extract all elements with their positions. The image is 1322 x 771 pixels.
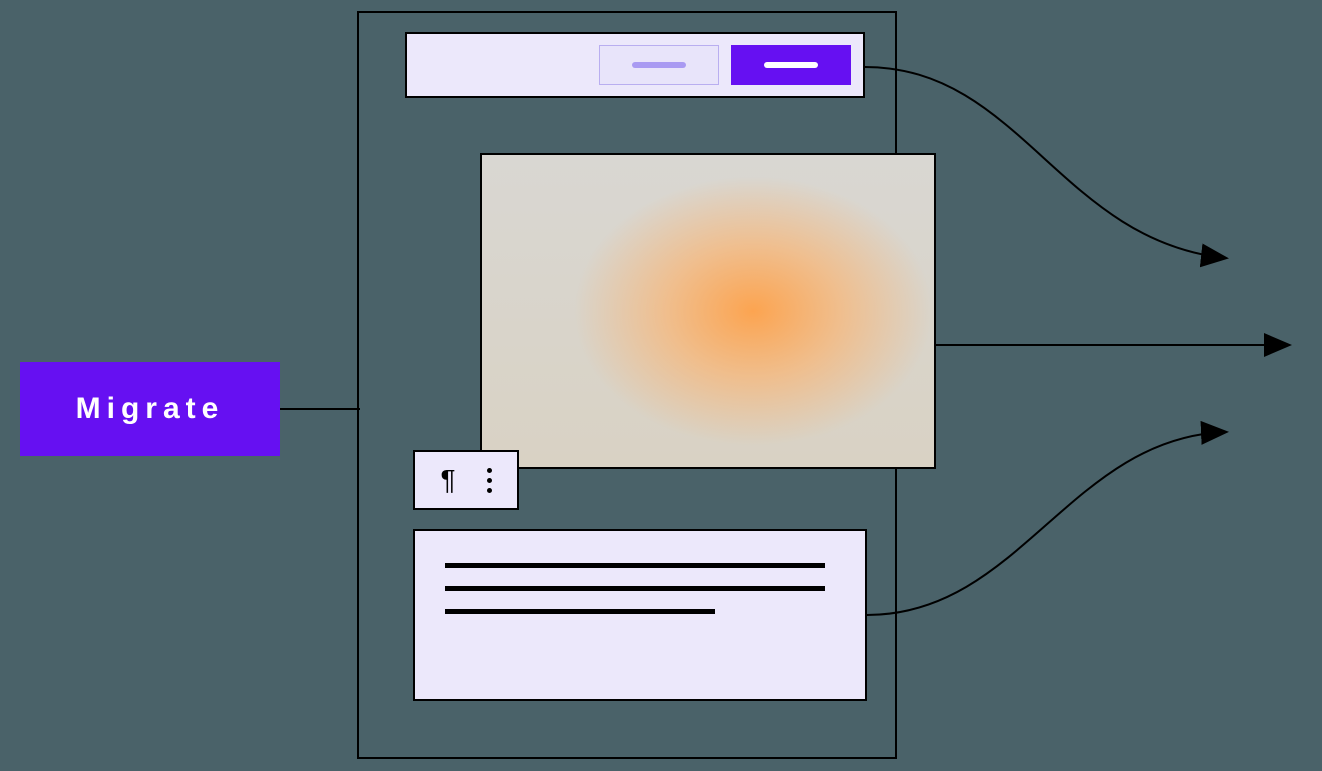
text-line xyxy=(445,586,825,591)
format-toolbar: ¶ xyxy=(413,450,519,510)
diagram-canvas: Migrate ¶ xyxy=(0,0,1322,771)
connector-left xyxy=(280,408,360,410)
text-block xyxy=(413,529,867,701)
migrate-label: Migrate xyxy=(76,392,225,426)
pilcrow-icon[interactable]: ¶ xyxy=(440,466,455,494)
header-bar xyxy=(405,32,865,98)
image-block xyxy=(480,153,936,469)
migrate-node[interactable]: Migrate xyxy=(20,362,280,456)
more-vertical-icon[interactable] xyxy=(487,468,492,493)
button-label-placeholder xyxy=(632,62,686,68)
secondary-button[interactable] xyxy=(599,45,719,85)
text-line xyxy=(445,609,715,614)
primary-button[interactable] xyxy=(731,45,851,85)
text-line xyxy=(445,563,825,568)
button-label-placeholder xyxy=(764,62,818,68)
